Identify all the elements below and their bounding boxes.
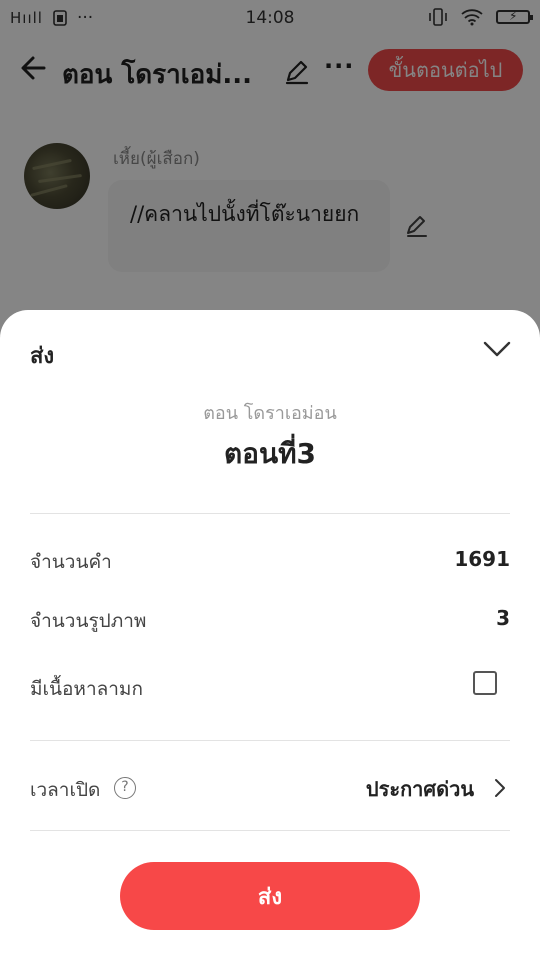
- chevron-down-icon[interactable]: [480, 332, 514, 366]
- help-icon[interactable]: ?: [114, 777, 136, 799]
- mature-content-label: มีเนื้อหาลามก: [30, 678, 143, 700]
- chevron-right-icon[interactable]: [488, 776, 512, 800]
- chapter-title: ตอนที่3: [223, 437, 317, 470]
- send-button[interactable]: ส่ง: [120, 862, 420, 930]
- word-count-label: จำนวนคำ: [30, 551, 112, 573]
- word-count-value: 1691: [454, 547, 510, 571]
- divider: [30, 830, 510, 831]
- publish-time-label: เวลาเปิด: [30, 779, 101, 801]
- image-count-value: 3: [496, 606, 510, 630]
- divider: [30, 740, 510, 741]
- divider: [30, 513, 510, 514]
- mature-content-checkbox[interactable]: [473, 671, 497, 695]
- story-name: ตอน โดราเอม่อน: [203, 403, 337, 424]
- sheet-title: ส่ง: [30, 344, 55, 369]
- image-count-label: จำนวนรูปภาพ: [30, 610, 147, 632]
- publish-bottom-sheet: ส่ง ตอน โดราเอม่อน ตอนที่3 จำนวนคำ 1691 …: [0, 310, 540, 960]
- publish-time-value[interactable]: ประกาศด่วน: [366, 773, 474, 805]
